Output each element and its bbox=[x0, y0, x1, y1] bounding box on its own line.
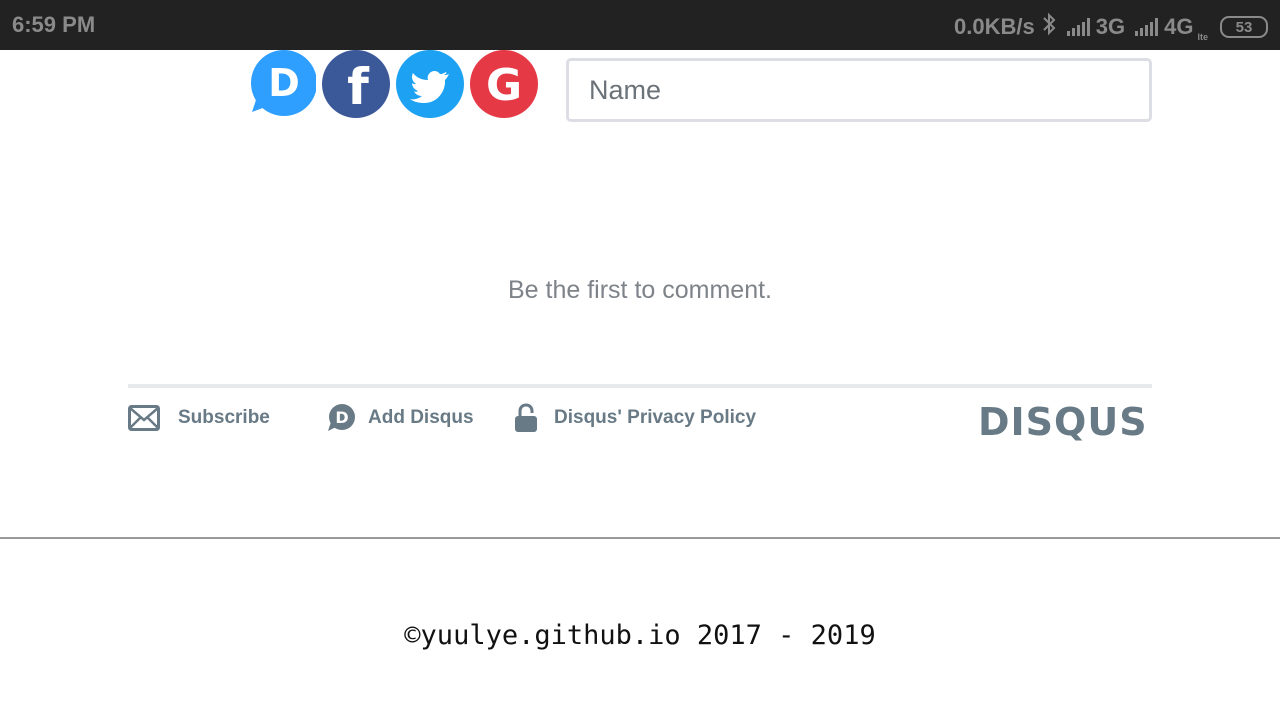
copyright-text: ©yuulye.github.io 2017 - 2019 bbox=[404, 620, 876, 651]
twitter-icon bbox=[396, 50, 464, 118]
svg-text:D: D bbox=[335, 408, 348, 427]
disqus-login-button[interactable]: D bbox=[248, 50, 316, 118]
name-input[interactable] bbox=[566, 58, 1152, 122]
network-type-1: 3G bbox=[1095, 14, 1126, 39]
privacy-policy-link[interactable]: Disqus' Privacy Policy bbox=[514, 400, 756, 436]
envelope-icon bbox=[128, 405, 160, 431]
google-login-button[interactable]: G bbox=[470, 50, 538, 118]
add-disqus-link[interactable]: D Add Disqus bbox=[326, 400, 474, 436]
empty-comments-message: Be the first to comment. bbox=[508, 276, 772, 304]
bluetooth-icon bbox=[1041, 12, 1057, 42]
facebook-icon: f bbox=[322, 50, 390, 118]
subscribe-label: Subscribe bbox=[178, 407, 270, 428]
facebook-login-button[interactable]: f bbox=[322, 50, 390, 118]
signal-icon bbox=[1066, 18, 1090, 36]
login-providers: D f G bbox=[248, 50, 538, 118]
privacy-policy-label: Disqus' Privacy Policy bbox=[554, 407, 757, 428]
svg-text:G: G bbox=[486, 60, 522, 111]
svg-text:D: D bbox=[268, 61, 300, 105]
svg-text:f: f bbox=[347, 58, 370, 116]
net-speed: 0.0KB/s bbox=[954, 14, 1035, 39]
status-indicators: 0.0KB/s 3G 4G lte 53 bbox=[954, 12, 1268, 42]
status-bar: 6:59 PM 0.0KB/s 3G 4G lte 53 bbox=[0, 0, 1280, 50]
network-type-2: 4G bbox=[1164, 14, 1194, 39]
disqus-icon: D bbox=[251, 50, 316, 116]
status-time: 6:59 PM bbox=[12, 12, 96, 37]
disqus-small-icon: D bbox=[328, 404, 355, 431]
page-divider bbox=[0, 537, 1280, 539]
footer-divider bbox=[128, 384, 1152, 388]
twitter-login-button[interactable] bbox=[396, 50, 464, 118]
subscribe-link[interactable]: Subscribe bbox=[128, 400, 270, 436]
add-disqus-label: Add Disqus bbox=[368, 407, 474, 428]
disqus-logo[interactable]: DISQUS bbox=[978, 400, 1148, 444]
lock-icon bbox=[515, 403, 537, 432]
google-icon: G bbox=[470, 50, 538, 118]
network-type-2-sub: lte bbox=[1197, 32, 1208, 42]
battery-icon: 53 bbox=[1220, 16, 1268, 38]
signal-icon bbox=[1135, 18, 1159, 36]
